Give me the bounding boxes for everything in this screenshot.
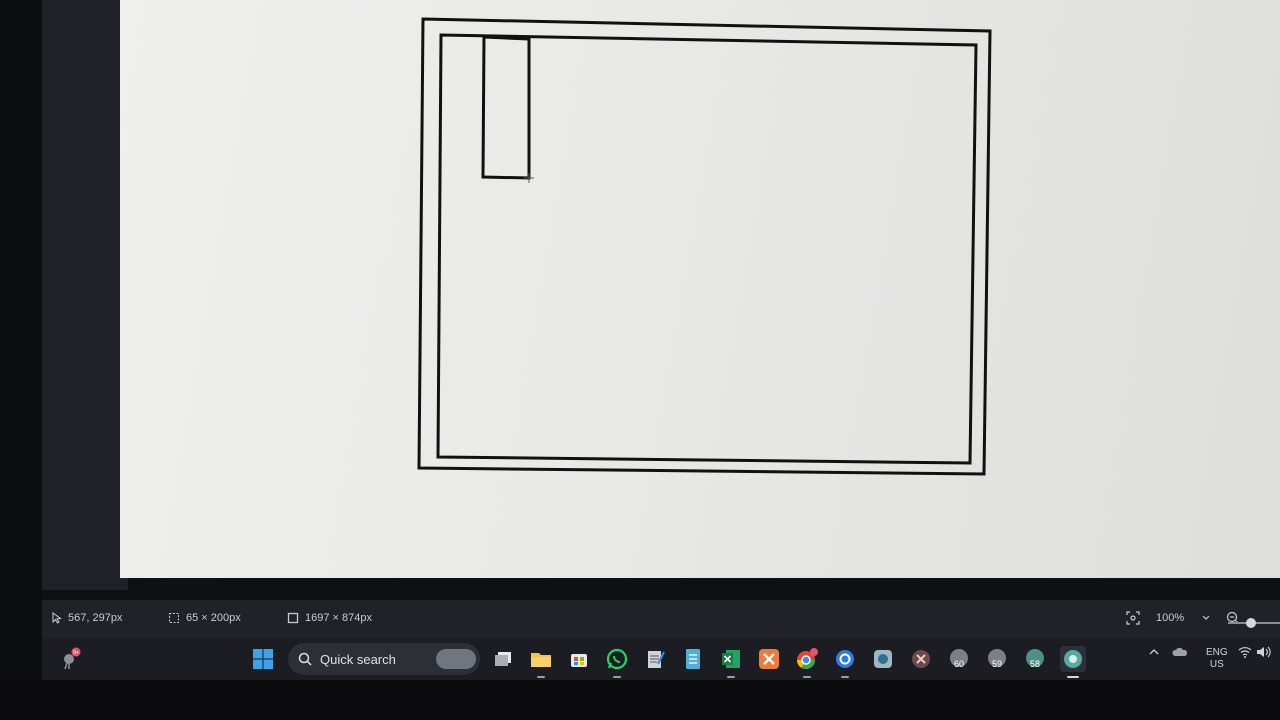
close-app-button[interactable] [908, 646, 934, 672]
zoom-value: 100% [1156, 612, 1185, 624]
badge-60: 60 [954, 659, 964, 669]
active-app-icon [1064, 650, 1082, 668]
zoom-dropdown[interactable]: 100% [1150, 610, 1216, 626]
canvas-size-label: 1697 × 874px [305, 612, 372, 624]
cursor-position: 567, 297px [52, 612, 122, 624]
taskbar: 9+ Quick search 60 59 58 ENG US [42, 638, 1280, 680]
zoom-slider-handle[interactable] [1246, 618, 1256, 628]
app-badge-icon: 60 [950, 649, 968, 669]
active-indicator [1067, 676, 1079, 678]
canvas-size-icon [287, 612, 299, 624]
inner-rectangle[interactable] [436, 33, 978, 465]
selection-icon [169, 613, 179, 623]
active-app-button[interactable] [1060, 646, 1086, 672]
drawing-canvas[interactable] [120, 0, 1280, 578]
weather-icon: 9+ [64, 647, 81, 670]
store-button[interactable] [566, 646, 592, 672]
canvas-drawing [417, 17, 992, 476]
document-icon [686, 649, 700, 669]
language-indicator[interactable]: ENG US [1206, 647, 1228, 671]
lang-top: ENG [1206, 647, 1228, 658]
xampp-button[interactable] [756, 646, 782, 672]
crosshair-cursor [524, 173, 534, 183]
chevron-down-icon [1202, 615, 1210, 620]
running-indicator [613, 676, 621, 678]
cloud-icon [1172, 647, 1188, 656]
app-icon [874, 650, 892, 668]
search-placeholder: Quick search [320, 651, 396, 667]
store-icon [571, 654, 587, 667]
monitor-bezel-bottom [0, 680, 1280, 720]
chrome-icon [797, 648, 818, 670]
notepad-icon [648, 651, 665, 668]
whatsapp-icon [606, 648, 628, 670]
volume-tray[interactable] [1256, 646, 1272, 661]
search-input[interactable]: Quick search [288, 643, 480, 675]
running-indicator [803, 676, 811, 678]
badge-58: 58 [1030, 659, 1040, 669]
weather-widget[interactable]: 9+ [58, 646, 84, 672]
fit-to-window-icon[interactable] [1126, 611, 1140, 625]
excel-button[interactable] [718, 646, 744, 672]
cursor-icon [52, 612, 62, 624]
x-icon [912, 650, 930, 668]
small-rectangle[interactable] [481, 35, 531, 180]
weather-badge: 9+ [73, 650, 79, 656]
app-badge-icon: 59 [988, 649, 1006, 669]
start-button[interactable] [250, 646, 276, 672]
status-bar: 567, 297px 65 × 200px 1697 × 874px 100% [42, 600, 1280, 638]
cursor-position-label: 567, 297px [68, 612, 123, 624]
app-button[interactable] [870, 646, 896, 672]
folder-icon [531, 653, 551, 667]
whatsapp-button[interactable] [604, 646, 630, 672]
chrome-button[interactable] [794, 646, 820, 672]
selection-size-label: 65 × 200px [186, 612, 241, 624]
xampp-icon [759, 649, 779, 669]
running-indicator [727, 676, 735, 678]
browser-icon [836, 650, 854, 668]
monitor-bezel-left [0, 0, 42, 720]
running-indicator [841, 676, 849, 678]
search-highlight-image [436, 649, 476, 669]
show-hidden-icons[interactable] [1148, 646, 1160, 661]
task-view-button[interactable] [490, 646, 516, 672]
speaker-icon [1257, 646, 1271, 658]
network-tray[interactable] [1238, 646, 1252, 661]
excel-icon [722, 650, 740, 668]
canvas-size: 1697 × 874px [287, 612, 372, 624]
outer-rectangle[interactable] [417, 17, 992, 476]
selection-size: 65 × 200px [168, 612, 241, 624]
pinned-app-58[interactable]: 58 [1022, 646, 1048, 672]
windows-logo-icon [253, 649, 273, 669]
running-indicator [537, 676, 545, 678]
pinned-app-59[interactable]: 59 [984, 646, 1010, 672]
zoom-controls: 100% [1126, 610, 1240, 626]
badge-59: 59 [992, 659, 1002, 669]
lang-bottom: US [1209, 659, 1224, 670]
workspace-gutter [42, 0, 128, 590]
pinned-app-60[interactable]: 60 [946, 646, 972, 672]
file-explorer-button[interactable] [528, 646, 554, 672]
browser-button[interactable] [832, 646, 858, 672]
chevron-up-icon [1149, 649, 1159, 655]
search-icon [298, 652, 312, 666]
notepad-button[interactable] [642, 646, 668, 672]
docs-button[interactable] [680, 646, 706, 672]
app-badge-icon: 58 [1026, 649, 1044, 669]
onedrive-tray[interactable] [1172, 646, 1188, 661]
wifi-icon [1238, 647, 1252, 658]
task-view-icon [495, 652, 511, 666]
